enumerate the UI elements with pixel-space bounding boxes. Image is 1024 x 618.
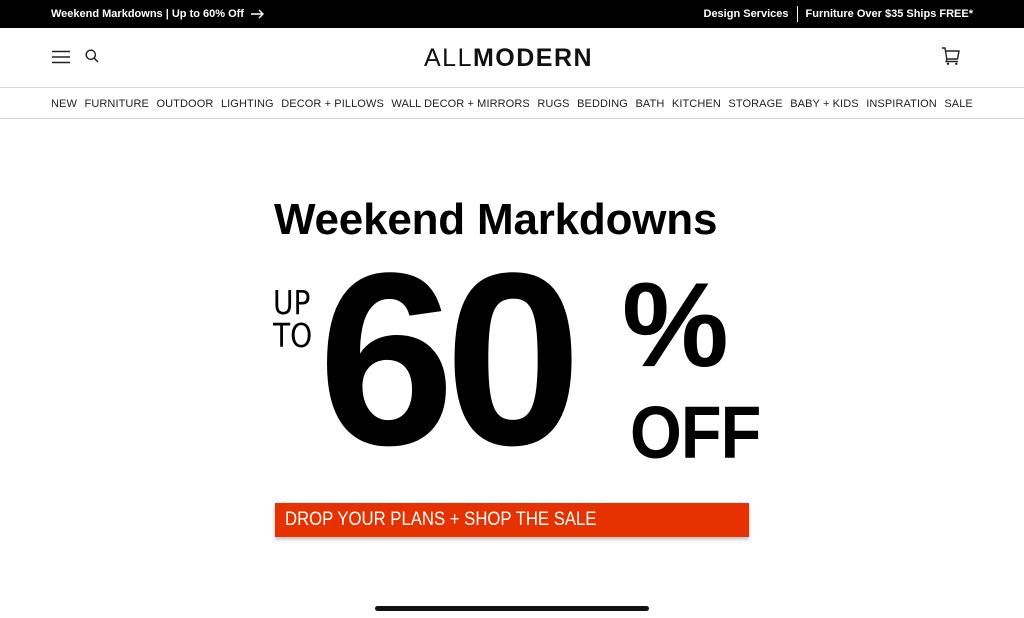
nav-link-decor-pillows[interactable]: DECOR + PILLOWS: [281, 98, 384, 110]
to-text: TO: [273, 316, 313, 355]
nav-link-inspiration[interactable]: INSPIRATION: [866, 98, 937, 110]
nav-link-bedding[interactable]: BEDDING: [577, 98, 628, 110]
nav-link-rugs[interactable]: RUGS: [537, 98, 569, 110]
nav-item-furniture: FURNITURE: [85, 94, 149, 112]
logo-bold-text: MODERN: [472, 43, 594, 72]
nav-link-lighting[interactable]: LIGHTING: [221, 98, 274, 110]
topbar-links: Design Services Furniture Over $35 Ships…: [704, 0, 974, 28]
nav-item-storage: STORAGE: [728, 94, 782, 112]
nav-link-new[interactable]: NEW: [51, 98, 77, 110]
category-nav: NEW FURNITURE OUTDOOR LIGHTING DECOR + P…: [0, 88, 1024, 119]
nav-link-outdoor[interactable]: OUTDOOR: [156, 98, 213, 110]
nav-item-bath: BATH: [635, 94, 664, 112]
nav-link-sale[interactable]: SALE: [944, 98, 973, 110]
home-indicator[interactable]: [375, 606, 649, 611]
nav-item-sale: SALE: [944, 94, 973, 112]
category-nav-list: NEW FURNITURE OUTDOOR LIGHTING DECOR + P…: [51, 88, 973, 118]
nav-item-rugs: RUGS: [537, 94, 569, 112]
nav-item-baby-kids: BABY + KIDS: [790, 94, 858, 112]
logo-light-text: ALL: [424, 43, 473, 72]
nav-item-wall-decor-mirrors: WALL DECOR + MIRRORS: [391, 94, 529, 112]
up-text: UP: [273, 283, 311, 322]
nav-item-inspiration: INSPIRATION: [866, 94, 937, 112]
cart-icon: [942, 47, 960, 65]
nav-item-decor-pillows: DECOR + PILLOWS: [281, 94, 384, 112]
search-button[interactable]: [85, 49, 101, 65]
promo-link[interactable]: Weekend Markdowns | Up to 60% Off: [51, 0, 265, 28]
hamburger-icon: [52, 50, 70, 64]
nav-item-outdoor: OUTDOOR: [156, 94, 213, 112]
design-services-link[interactable]: Design Services: [704, 8, 789, 20]
up-to-label: UP TO: [273, 286, 312, 352]
topbar-divider: [796, 6, 798, 22]
off-label: OFF: [630, 391, 761, 474]
nav-item-new: NEW: [51, 94, 77, 112]
nav-link-wall-decor-mirrors[interactable]: WALL DECOR + MIRRORS: [391, 98, 529, 110]
nav-item-lighting: LIGHTING: [221, 94, 274, 112]
allmodern-logo[interactable]: ALL MODERN: [424, 43, 604, 73]
nav-link-baby-kids[interactable]: BABY + KIDS: [790, 98, 858, 110]
site-header: ALL MODERN: [0, 28, 1024, 88]
arrow-right-icon: [250, 9, 264, 19]
shop-sale-button[interactable]: DROP YOUR PLANS + SHOP THE SALE: [275, 503, 749, 537]
sale-hero-banner[interactable]: Weekend Markdowns UP TO 60 % OFF DROP YO…: [0, 119, 1024, 618]
percent-sign: %: [622, 258, 729, 392]
nav-link-bath[interactable]: BATH: [635, 98, 664, 110]
announcement-bar: Weekend Markdowns | Up to 60% Off Design…: [0, 0, 1024, 28]
shop-sale-label: DROP YOUR PLANS + SHOP THE SALE: [285, 509, 597, 530]
nav-link-furniture[interactable]: FURNITURE: [85, 98, 149, 110]
menu-button[interactable]: [52, 48, 72, 66]
promo-text: Weekend Markdowns | Up to 60% Off: [51, 8, 244, 20]
nav-link-storage[interactable]: STORAGE: [728, 98, 782, 110]
nav-link-kitchen[interactable]: KITCHEN: [672, 98, 721, 110]
nav-item-kitchen: KITCHEN: [672, 94, 721, 112]
discount-number: 60: [318, 222, 582, 497]
search-icon: [85, 49, 99, 63]
cart-button[interactable]: [941, 46, 963, 68]
nav-item-bedding: BEDDING: [577, 94, 628, 112]
free-shipping-link[interactable]: Furniture Over $35 Ships FREE*: [806, 8, 974, 20]
